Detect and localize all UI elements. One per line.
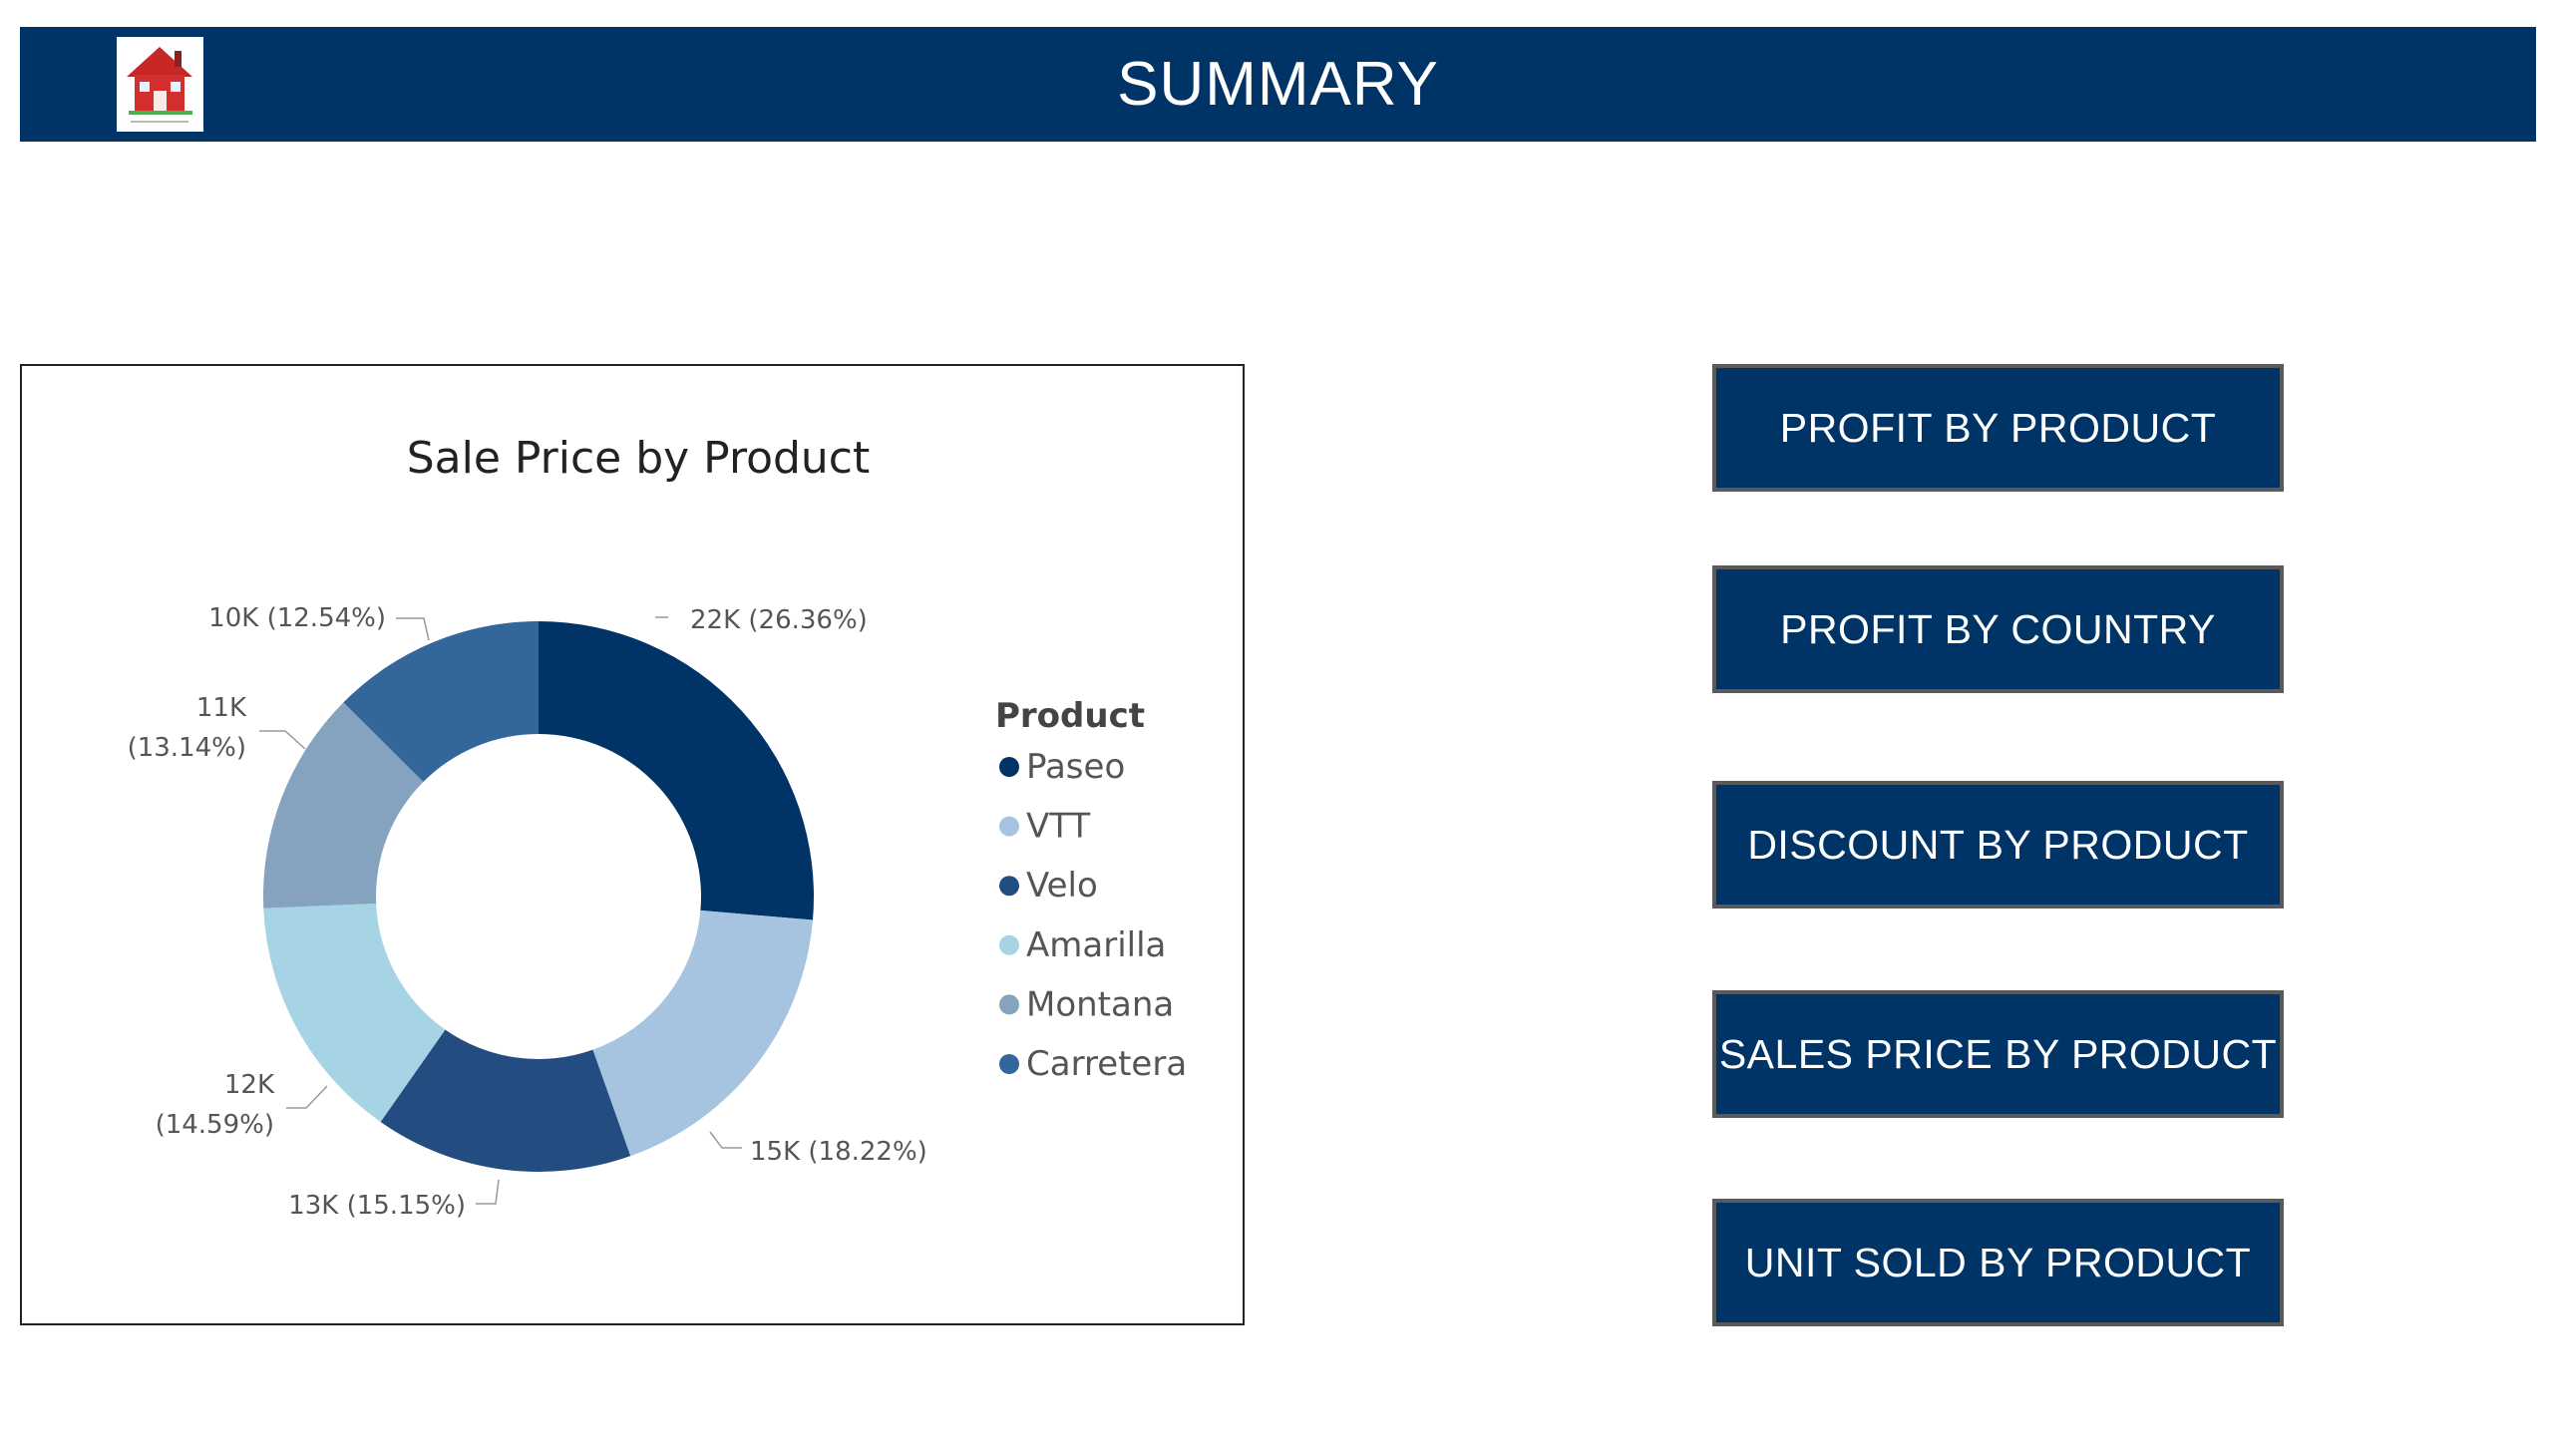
profit-by-product-button[interactable]: PROFIT BY PRODUCT (1712, 364, 2284, 492)
leader-line-carretera (396, 617, 430, 641)
leader-line-velo (476, 1179, 500, 1205)
sales-price-by-product-button[interactable]: SALES PRICE BY PRODUCT (1712, 990, 2284, 1118)
legend-marker-velo[interactable] (999, 876, 1019, 897)
profit-by-country-button[interactable]: PROFIT BY COUNTRY (1712, 565, 2284, 693)
donut-chart: Sale Price by Product 22K (26.36%) 15K (1… (128, 433, 1188, 1221)
leader-line-vtt (709, 1131, 742, 1149)
page-title: SUMMARY (1117, 50, 1439, 119)
legend-marker-paseo[interactable] (999, 757, 1019, 777)
legend-item-paseo[interactable]: Paseo (1026, 747, 1125, 787)
legend-item-amarilla[interactable]: Amarilla (1026, 925, 1166, 965)
legend-marker-amarilla[interactable] (999, 934, 1019, 955)
legend-item-velo[interactable]: Velo (1026, 866, 1098, 906)
legend-item-vtt[interactable]: VTT (1026, 807, 1090, 847)
data-label-amarilla: 12K (14.59%) (156, 1070, 275, 1140)
header-bar: SUMMARY (20, 27, 2536, 142)
sale-price-chart-card: Sale Price by Product 22K (26.36%) 15K (1… (20, 364, 1245, 1325)
unit-sold-by-product-button[interactable]: UNIT SOLD BY PRODUCT (1712, 1199, 2284, 1326)
data-label-vtt: 15K (18.22%) (750, 1137, 927, 1167)
chart-title: Sale Price by Product (407, 433, 871, 484)
leader-line-montana (259, 730, 306, 750)
legend-title: Product (995, 696, 1145, 736)
leader-line-amarilla (286, 1085, 328, 1109)
discount-by-product-button[interactable]: DISCOUNT BY PRODUCT (1712, 781, 2284, 909)
data-label-carretera: 10K (12.54%) (208, 603, 386, 633)
legend-item-carretera[interactable]: Carretera (1026, 1044, 1187, 1084)
legend-marker-vtt[interactable] (999, 816, 1019, 837)
legend-item-montana[interactable]: Montana (1026, 984, 1174, 1024)
slice-vtt[interactable] (592, 910, 813, 1157)
slice-paseo[interactable] (539, 621, 814, 920)
data-label-montana: 11K (13.14%) (128, 693, 247, 763)
data-label-velo: 13K (15.15%) (288, 1191, 466, 1221)
legend-marker-carretera[interactable] (999, 1054, 1019, 1074)
legend-marker-montana[interactable] (999, 994, 1019, 1015)
data-label-paseo: 22K (26.36%) (690, 605, 868, 635)
